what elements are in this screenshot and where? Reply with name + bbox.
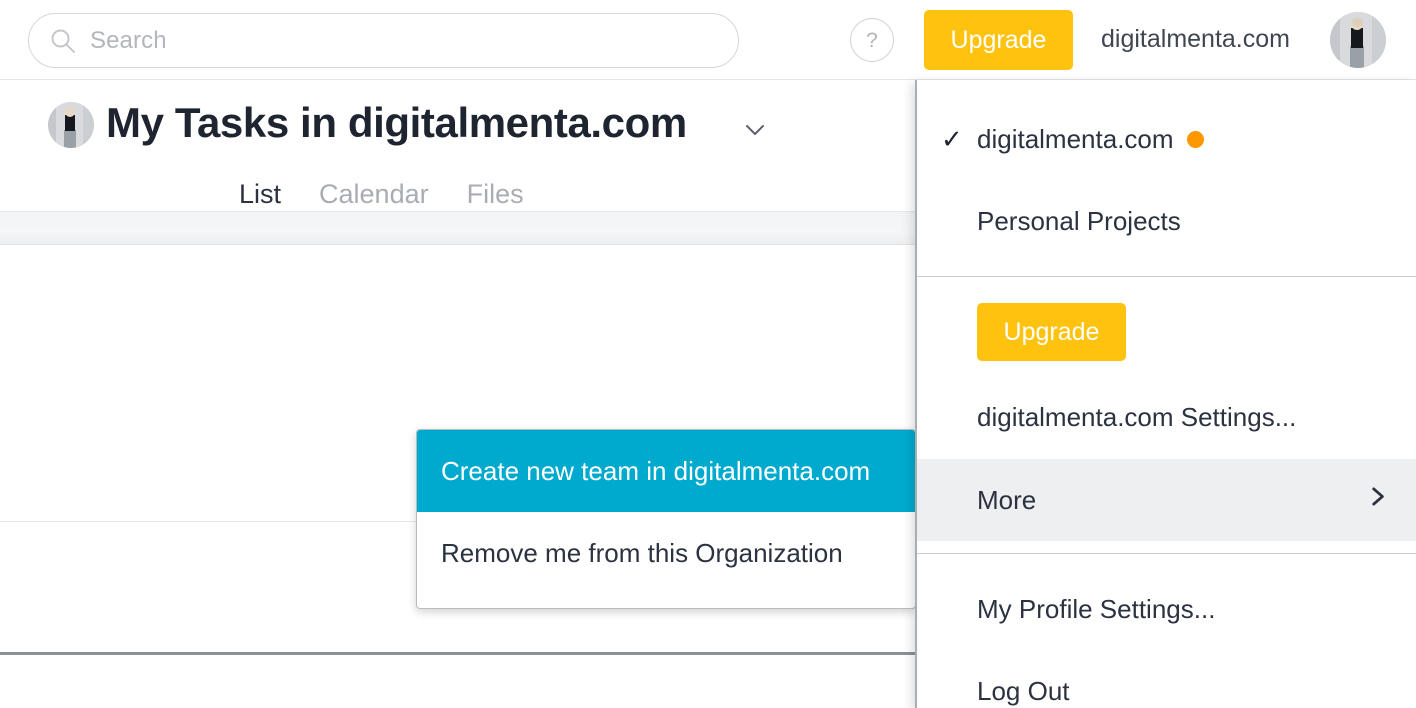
dropdown-item-personal-projects[interactable]: Personal Projects bbox=[917, 180, 1416, 262]
org-name-label: digitalmenta.com bbox=[1101, 25, 1290, 53]
check-icon: ✓ bbox=[941, 123, 963, 154]
dropdown-spacer-1 bbox=[917, 262, 1416, 276]
chevron-down-icon[interactable] bbox=[742, 117, 768, 143]
page-title-avatar bbox=[48, 102, 94, 148]
menu-item-remove-me-from-organization[interactable]: Remove me from this Organization bbox=[417, 512, 915, 594]
account-dropdown-menu: ✓ digitalmenta.com Personal Projects Upg… bbox=[915, 80, 1416, 708]
dropdown-top-spacer bbox=[917, 80, 1416, 98]
tab-bar: List Calendar Files bbox=[239, 179, 524, 232]
help-icon: ? bbox=[866, 28, 878, 52]
upgrade-button[interactable]: Upgrade bbox=[924, 10, 1073, 70]
app-root: Search ? Upgrade digitalmenta.com My Tas… bbox=[0, 0, 1416, 708]
dropdown-item-label: More bbox=[977, 484, 1037, 515]
help-button[interactable]: ? bbox=[850, 18, 894, 62]
search-icon bbox=[50, 28, 76, 54]
tab-list[interactable]: List bbox=[239, 179, 282, 232]
dropdown-item-digitalmenta[interactable]: ✓ digitalmenta.com bbox=[917, 98, 1416, 180]
dropdown-separator-1 bbox=[917, 276, 1416, 277]
tab-calendar[interactable]: Calendar bbox=[319, 179, 429, 212]
dropdown-item-org-settings[interactable]: digitalmenta.com Settings... bbox=[917, 379, 1416, 455]
dropdown-spacer-4 bbox=[917, 541, 1416, 553]
dropdown-item-more[interactable]: More bbox=[917, 459, 1416, 541]
context-submenu: Create new team in digitalmenta.com Remo… bbox=[416, 429, 916, 609]
menu-item-create-new-team[interactable]: Create new team in digitalmenta.com bbox=[417, 430, 915, 512]
page-title: My Tasks in digitalmenta.com bbox=[106, 99, 687, 146]
chevron-right-icon bbox=[1364, 484, 1390, 517]
dropdown-item-label: digitalmenta.com bbox=[977, 123, 1174, 154]
avatar[interactable] bbox=[1330, 12, 1386, 68]
search-placeholder-text: Search bbox=[90, 26, 167, 54]
dropdown-spacer-5 bbox=[917, 554, 1416, 568]
search-input[interactable]: Search bbox=[28, 13, 739, 68]
status-dot-icon bbox=[1186, 130, 1204, 148]
dropdown-item-log-out[interactable]: Log Out bbox=[917, 650, 1416, 708]
top-bar: Search ? Upgrade digitalmenta.com bbox=[0, 0, 1416, 80]
dropdown-spacer-2 bbox=[917, 361, 1416, 379]
tab-files[interactable]: Files bbox=[467, 179, 524, 212]
dropdown-item-my-profile-settings[interactable]: My Profile Settings... bbox=[917, 568, 1416, 650]
dropdown-upgrade-button[interactable]: Upgrade bbox=[977, 303, 1126, 361]
